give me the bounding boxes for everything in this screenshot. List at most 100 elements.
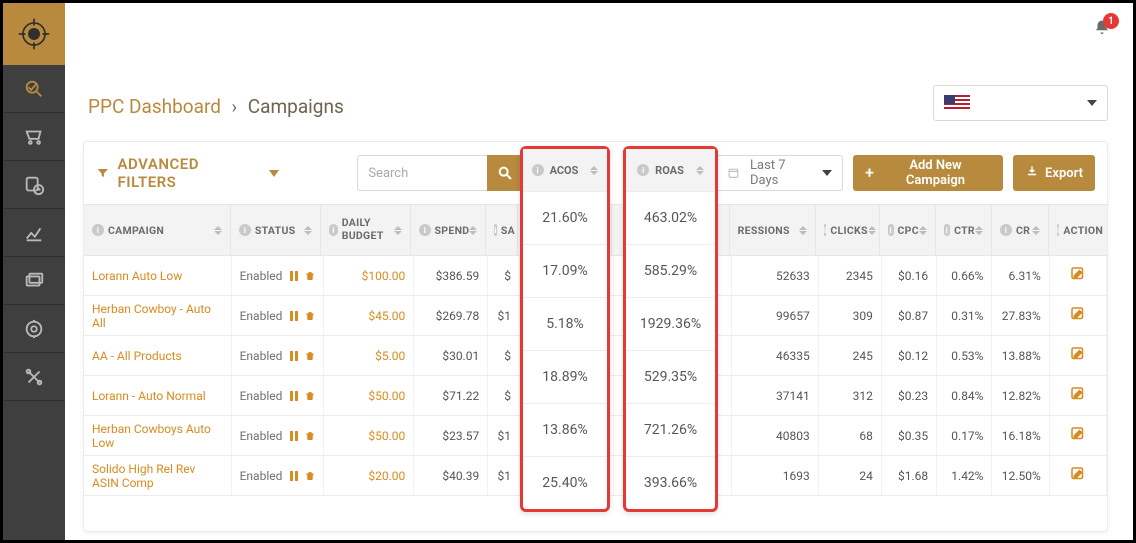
- sidebar-item-schedule[interactable]: [3, 161, 65, 209]
- pause-icon[interactable]: [288, 350, 300, 362]
- impressions-cell: 46335: [732, 336, 819, 375]
- action-cell: [1050, 456, 1107, 495]
- status-cell: Enabled: [232, 296, 324, 335]
- col-ctr[interactable]: iCTR: [936, 205, 992, 255]
- search-input[interactable]: [357, 155, 487, 191]
- trash-icon[interactable]: [304, 390, 316, 402]
- campaign-link[interactable]: Herban Cowboy - Auto All: [84, 296, 232, 335]
- sales-fragment-cell: $1: [488, 456, 520, 495]
- budget-cell[interactable]: $5.00: [324, 336, 415, 375]
- ctr-cell: 1.42%: [937, 456, 992, 495]
- acos-highlight-column: iACOS 21.60%17.09%5.18%18.89%13.86%25.40…: [520, 146, 610, 512]
- trash-icon[interactable]: [304, 310, 316, 322]
- impressions-cell: 37141: [732, 376, 819, 415]
- advanced-filters-toggle[interactable]: ADVANCED FILTERS: [96, 155, 279, 191]
- sidebar-item-automation[interactable]: [3, 305, 65, 353]
- breadcrumb-root[interactable]: PPC Dashboard: [88, 95, 221, 118]
- breadcrumb-current: Campaigns: [248, 95, 344, 118]
- col-campaign[interactable]: iCAMPAIGN: [84, 205, 231, 255]
- daterange-select[interactable]: Last 7 Days: [716, 155, 843, 191]
- edit-button[interactable]: [1069, 385, 1087, 406]
- roas-value: 585.29%: [626, 244, 715, 297]
- ctr-cell: 0.66%: [937, 256, 992, 295]
- pause-icon[interactable]: [288, 390, 300, 402]
- edit-button[interactable]: [1069, 425, 1087, 446]
- chevron-down-icon: [269, 170, 279, 177]
- cr-cell: 27.83%: [992, 296, 1049, 335]
- trash-icon[interactable]: [304, 470, 316, 482]
- sidebar-item-tools[interactable]: [3, 353, 65, 401]
- sidebar: [3, 3, 65, 540]
- country-select[interactable]: [933, 85, 1108, 121]
- edit-button[interactable]: [1069, 265, 1087, 286]
- budget-cell[interactable]: $45.00: [324, 296, 415, 335]
- pause-icon[interactable]: [288, 470, 300, 482]
- advanced-filters-label: ADVANCED FILTERS: [118, 155, 258, 191]
- notifications-button[interactable]: 1: [1093, 19, 1111, 41]
- export-button[interactable]: Export: [1013, 155, 1095, 191]
- clicks-cell: 309: [819, 296, 882, 335]
- col-daily-budget[interactable]: iDAILY BUDGET: [321, 205, 411, 255]
- budget-cell[interactable]: $50.00: [324, 376, 415, 415]
- search-button[interactable]: [487, 155, 523, 191]
- sidebar-item-trends[interactable]: [3, 209, 65, 257]
- col-sales-fragment[interactable]: iSA: [486, 205, 518, 255]
- brand-logo: [3, 3, 65, 65]
- add-campaign-label: Add New Campaign: [880, 158, 991, 188]
- campaign-link[interactable]: AA - All Products: [84, 336, 232, 375]
- action-cell: [1050, 376, 1107, 415]
- acos-header[interactable]: iACOS: [523, 149, 607, 191]
- acos-value: 21.60%: [523, 191, 607, 244]
- chevron-down-icon: [1087, 100, 1097, 106]
- budget-cell[interactable]: $100.00: [324, 256, 415, 295]
- clicks-cell: 68: [819, 416, 882, 455]
- cr-cell: 6.31%: [992, 256, 1049, 295]
- roas-value: 529.35%: [626, 350, 715, 403]
- sidebar-item-billing[interactable]: [3, 257, 65, 305]
- roas-header[interactable]: iROAS: [626, 149, 715, 191]
- cpc-cell: $0.35: [882, 416, 937, 455]
- cpc-cell: $0.16: [882, 256, 937, 295]
- breadcrumb: PPC Dashboard › Campaigns: [88, 95, 344, 118]
- budget-cell[interactable]: $20.00: [324, 456, 415, 495]
- campaign-link[interactable]: Solido High Rel Rev ASIN Comp: [84, 456, 232, 495]
- trash-icon[interactable]: [304, 350, 316, 362]
- col-cpc[interactable]: iCPC: [880, 205, 936, 255]
- cpc-cell: $0.12: [882, 336, 937, 375]
- spend-cell: $23.57: [414, 416, 488, 455]
- col-clicks[interactable]: iCLICKS: [816, 205, 880, 255]
- campaign-link[interactable]: Lorann Auto Low: [84, 256, 232, 295]
- cpc-cell: $0.23: [882, 376, 937, 415]
- acos-value: 13.86%: [523, 403, 607, 456]
- clicks-cell: 245: [819, 336, 882, 375]
- campaign-link[interactable]: Herban Cowboys Auto Low: [84, 416, 232, 455]
- ctr-cell: 0.17%: [937, 416, 992, 455]
- sidebar-item-cart[interactable]: [3, 113, 65, 161]
- edit-button[interactable]: [1069, 465, 1087, 486]
- edit-button[interactable]: [1069, 345, 1087, 366]
- add-campaign-button[interactable]: +Add New Campaign: [853, 155, 1003, 191]
- trash-icon[interactable]: [304, 430, 316, 442]
- trash-icon[interactable]: [304, 270, 316, 282]
- sales-fragment-cell: $: [488, 256, 520, 295]
- sidebar-item-analytics[interactable]: [3, 65, 65, 113]
- col-impressions[interactable]: RESSIONS: [730, 205, 816, 255]
- col-spend[interactable]: iSPEND: [411, 205, 486, 255]
- pause-icon[interactable]: [288, 270, 300, 282]
- col-status[interactable]: iSTATUS: [231, 205, 321, 255]
- export-label: Export: [1045, 166, 1083, 181]
- search: [357, 155, 523, 191]
- roas-value: 393.66%: [626, 456, 715, 509]
- sales-fragment-cell: $1: [488, 296, 520, 335]
- pause-icon[interactable]: [288, 310, 300, 322]
- cpc-cell: $1.68: [882, 456, 937, 495]
- status-cell: Enabled: [232, 416, 324, 455]
- pause-icon[interactable]: [288, 430, 300, 442]
- spend-cell: $40.39: [414, 456, 488, 495]
- action-cell: [1050, 336, 1107, 375]
- edit-button[interactable]: [1069, 305, 1087, 326]
- col-cr[interactable]: iCR: [992, 205, 1049, 255]
- campaign-link[interactable]: Lorann - Auto Normal: [84, 376, 232, 415]
- budget-cell[interactable]: $50.00: [324, 416, 415, 455]
- daterange-value: Last 7 Days: [750, 158, 812, 188]
